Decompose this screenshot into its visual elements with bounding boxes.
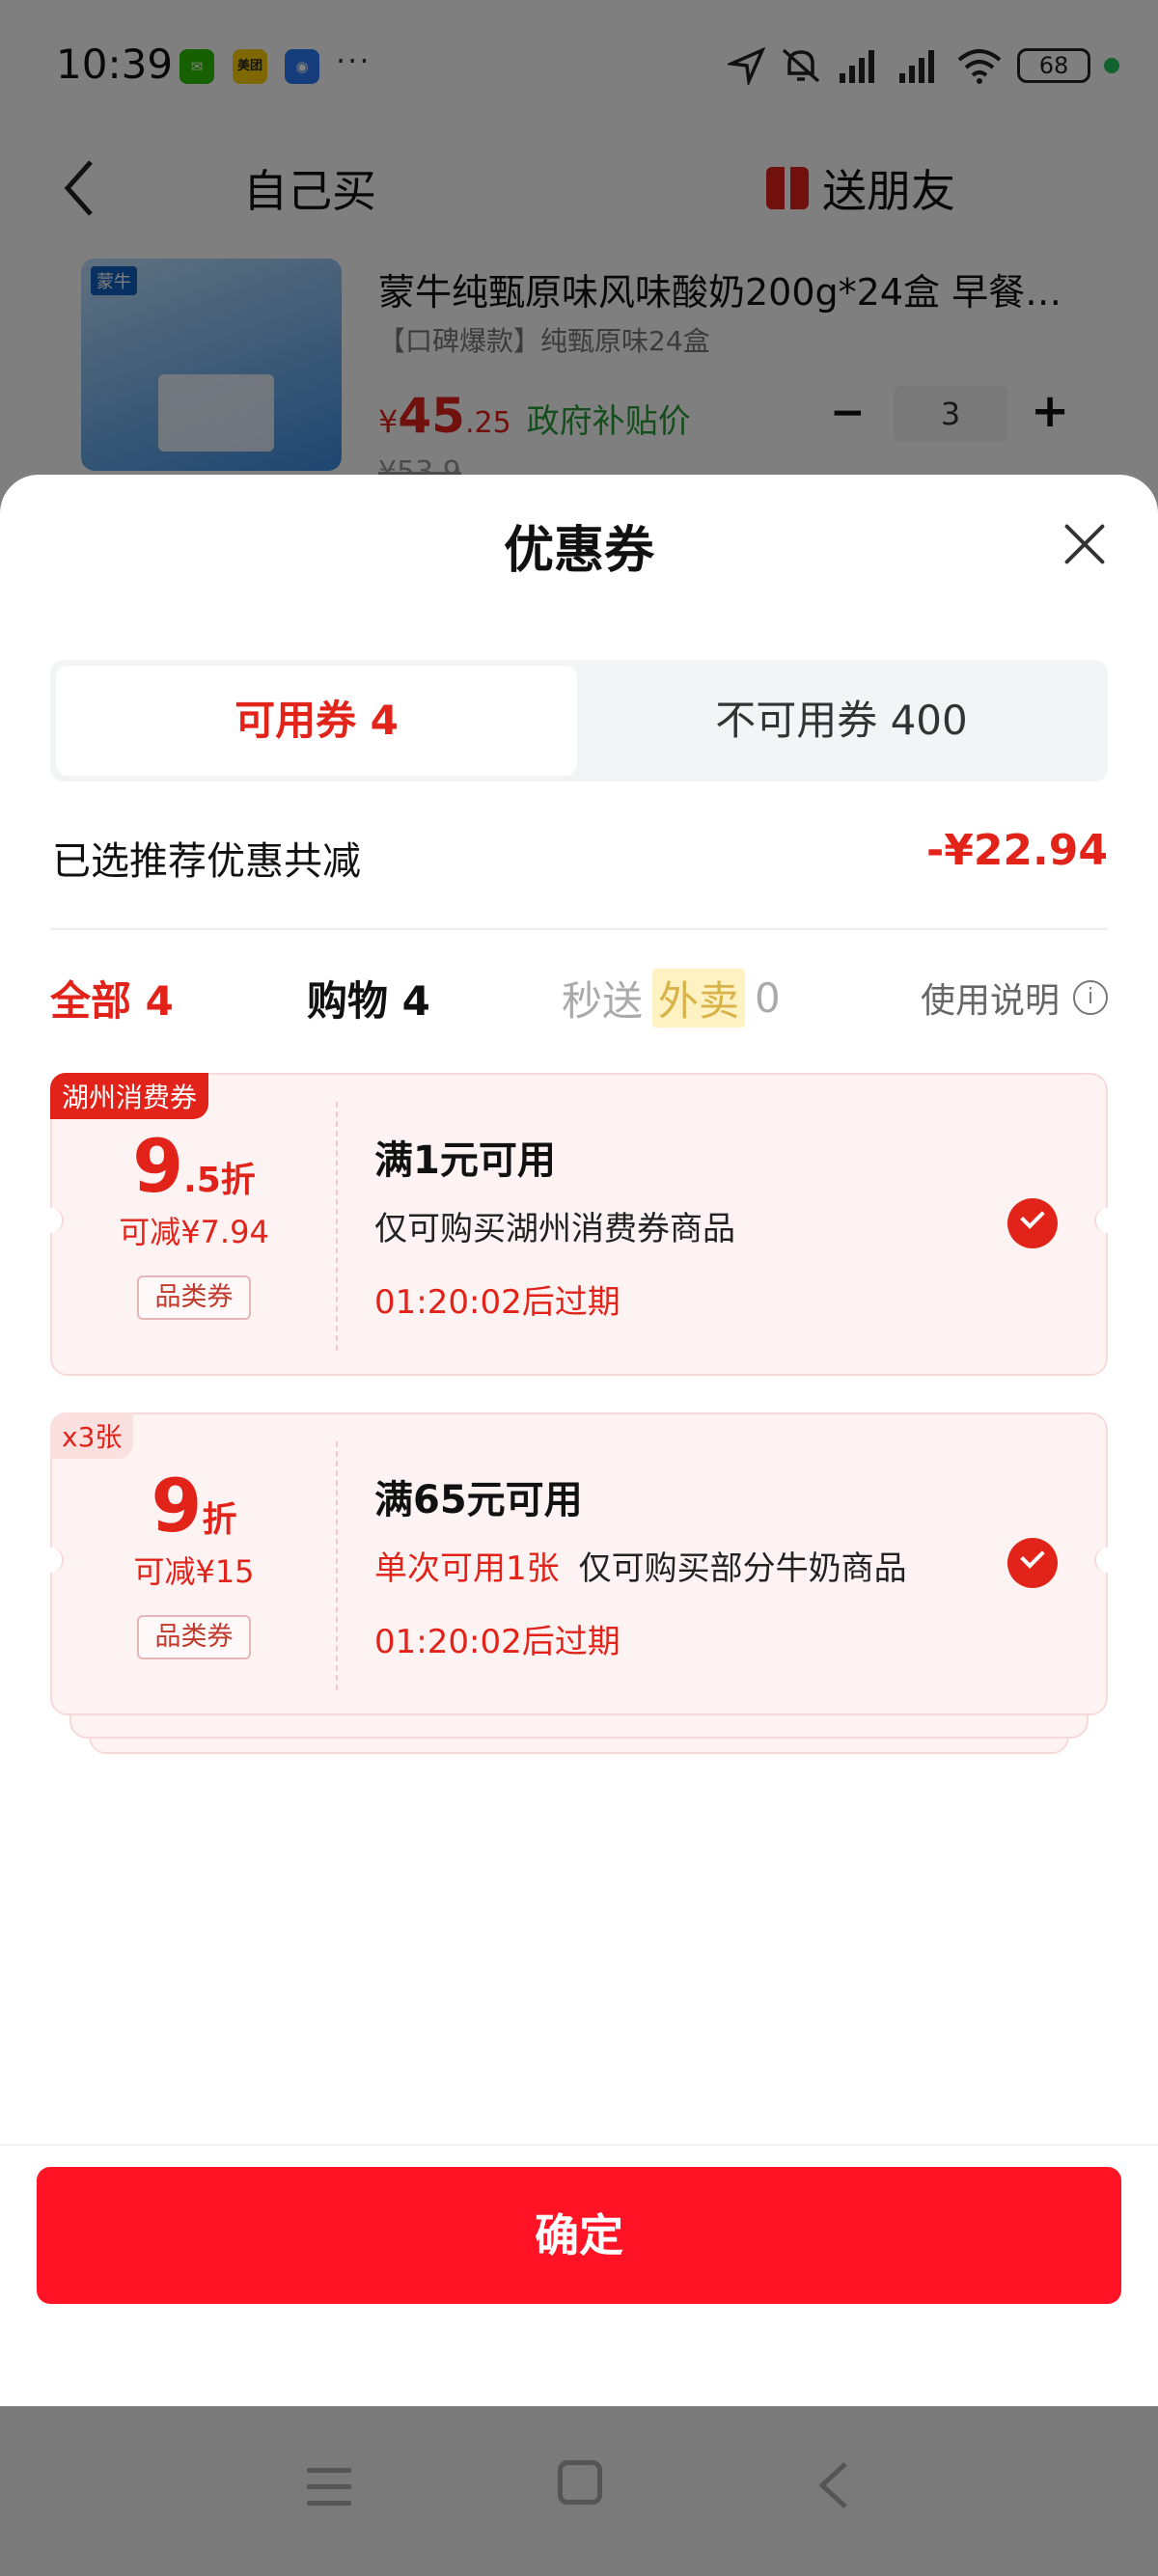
coupon-threshold: 满65元可用 (374, 1478, 583, 1522)
coupon-discount: 9折 (52, 1463, 336, 1548)
coupon-threshold: 满1元可用 (374, 1138, 556, 1183)
discount-summary-label: 已选推荐优惠共减 (52, 839, 361, 884)
coupon-filters: 全部 4 购物 4 秒送 外卖 0 使用说明 i (0, 961, 1158, 1028)
nav-back-icon[interactable] (809, 2458, 857, 2512)
discount-suffix: 折 (202, 1500, 237, 1540)
discount-number: 9 (151, 1463, 203, 1548)
usage-instructions-label: 使用说明 (920, 981, 1060, 1021)
coupon-selected-check-icon[interactable] (1007, 1198, 1058, 1248)
coupon-perforation (336, 1441, 338, 1690)
coupon-count-tag: x3张 (50, 1412, 134, 1459)
coupon-card[interactable]: 湖州消费券 9.5折 可减¥7.94 品类券 满1元可用 仅可购买湖州消费券商品… (39, 1073, 1119, 1376)
coupon-description: 仅可购买湖州消费券商品 (374, 1202, 735, 1249)
coupon-selected-check-icon[interactable] (1007, 1538, 1058, 1588)
tab-available-coupons[interactable]: 可用券 4 (56, 666, 577, 776)
filter-all[interactable]: 全部 4 (50, 969, 174, 1028)
close-icon[interactable] (1062, 521, 1108, 567)
coupon-expiry: 01:20:02后过期 (374, 1283, 620, 1322)
home-icon[interactable] (558, 2460, 602, 2505)
filter-flash-delivery[interactable]: 秒送 外卖 0 (562, 969, 781, 1028)
divider (50, 928, 1108, 930)
coupon-category-tag: 品类券 (137, 1615, 251, 1659)
coupon-save-amount: 可减¥7.94 (119, 1214, 269, 1250)
waimai-badge: 外卖 (652, 969, 746, 1028)
tab-unavailable-coupons[interactable]: 不可用券 400 (581, 666, 1102, 776)
coupon-notch (1094, 1548, 1119, 1573)
coupon-save-amount: 可减¥15 (133, 1553, 255, 1590)
coupon-perforation (336, 1102, 338, 1351)
divider (0, 2144, 1158, 2146)
coupon-card[interactable]: x3张 9折 可减¥15 品类券 满65元可用 单次可用1张 仅可购买部分牛奶商品… (39, 1412, 1119, 1715)
info-icon: i (1073, 980, 1108, 1015)
discount-suffix: .5折 (183, 1161, 256, 1200)
coupon-expiry: 01:20:02后过期 (374, 1623, 620, 1661)
coupon-corner-tag: 湖州消费券 (50, 1073, 209, 1119)
coupon-notch (1094, 1208, 1119, 1233)
coupon-scope: 仅可购买部分牛奶商品 (578, 1549, 907, 1588)
coupon-segment-control: 可用券 4 不可用券 400 (50, 660, 1108, 781)
coupon-description: 单次可用1张 仅可购买部分牛奶商品 (374, 1542, 907, 1589)
confirm-button[interactable]: 确定 (37, 2167, 1121, 2304)
filter-flash-count: 0 (755, 974, 781, 1022)
sheet-title: 优惠券 (503, 522, 654, 580)
coupon-usage-limit: 单次可用1张 (374, 1549, 560, 1588)
filter-flash-label: 秒送 (562, 977, 644, 1025)
discount-summary-value: -¥22.94 (925, 826, 1108, 875)
filter-shopping[interactable]: 购物 4 (307, 969, 430, 1028)
coupon-category-tag: 品类券 (137, 1275, 251, 1320)
system-nav-bar (0, 2406, 1158, 2576)
coupon-scope: 仅可购买湖州消费券商品 (374, 1210, 735, 1248)
discount-number: 9 (132, 1123, 184, 1209)
recent-apps-icon[interactable] (307, 2468, 351, 2507)
coupon-discount: 9.5折 (52, 1123, 336, 1209)
usage-instructions-link[interactable]: 使用说明 i (921, 973, 1108, 1023)
coupon-sheet: 优惠券 可用券 4 不可用券 400 已选推荐优惠共减 -¥22.94 全部 4… (0, 475, 1158, 2406)
